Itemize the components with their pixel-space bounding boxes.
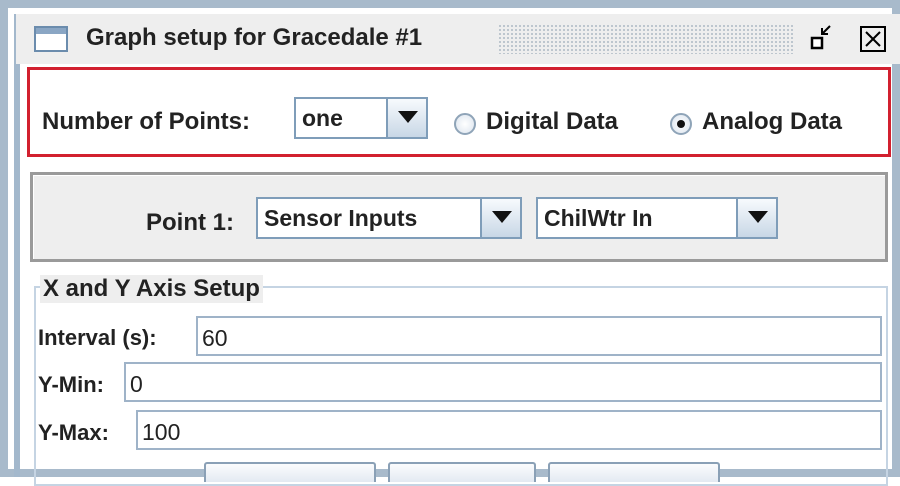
- title-drag-area[interactable]: [498, 24, 794, 54]
- point-sensor-value: ChilWtr In: [544, 205, 653, 231]
- chevron-down-icon: [492, 211, 512, 223]
- interval-field[interactable]: 60: [196, 316, 882, 356]
- digital-data-label[interactable]: Digital Data: [486, 108, 618, 136]
- close-icon[interactable]: [858, 24, 888, 54]
- analog-data-radio[interactable]: [670, 113, 692, 135]
- axis-setup-legend: X and Y Axis Setup: [40, 275, 263, 303]
- analog-data-label[interactable]: Analog Data: [702, 108, 842, 136]
- digital-data-radio[interactable]: [454, 113, 476, 135]
- title-bar[interactable]: Graph setup for Gracedale #1: [16, 14, 900, 64]
- interval-label: Interval (s):: [38, 325, 157, 350]
- chevron-down-icon: [398, 111, 418, 123]
- window-title: Graph setup for Gracedale #1: [86, 24, 423, 51]
- ymin-field[interactable]: 0: [124, 362, 882, 402]
- ymax-field[interactable]: 100: [136, 410, 882, 450]
- dropdown-arrow-button[interactable]: [736, 199, 776, 237]
- ymin-value: 0: [130, 371, 143, 397]
- dropdown-arrow-button[interactable]: [480, 199, 520, 237]
- point-category-dropdown[interactable]: Sensor Inputs: [256, 197, 522, 239]
- window-border: [14, 14, 20, 477]
- number-of-points-value: one: [302, 105, 343, 131]
- number-of-points-label: Number of Points:: [42, 108, 250, 135]
- chevron-down-icon: [748, 211, 768, 223]
- interval-value: 60: [202, 325, 228, 351]
- point-sensor-dropdown[interactable]: ChilWtr In: [536, 197, 778, 239]
- point-category-value: Sensor Inputs: [264, 205, 418, 231]
- dropdown-arrow-button[interactable]: [386, 99, 426, 137]
- window-icon: [34, 26, 68, 52]
- ymax-value: 100: [142, 419, 181, 445]
- ymin-label: Y-Min:: [38, 372, 104, 397]
- action-button-2[interactable]: [388, 462, 536, 482]
- minimize-icon[interactable]: [808, 24, 838, 54]
- action-button-1[interactable]: [204, 462, 376, 482]
- number-of-points-dropdown[interactable]: one: [294, 97, 428, 139]
- point-1-label: Point 1:: [146, 209, 234, 236]
- action-button-3[interactable]: [548, 462, 720, 482]
- ymax-label: Y-Max:: [38, 420, 109, 445]
